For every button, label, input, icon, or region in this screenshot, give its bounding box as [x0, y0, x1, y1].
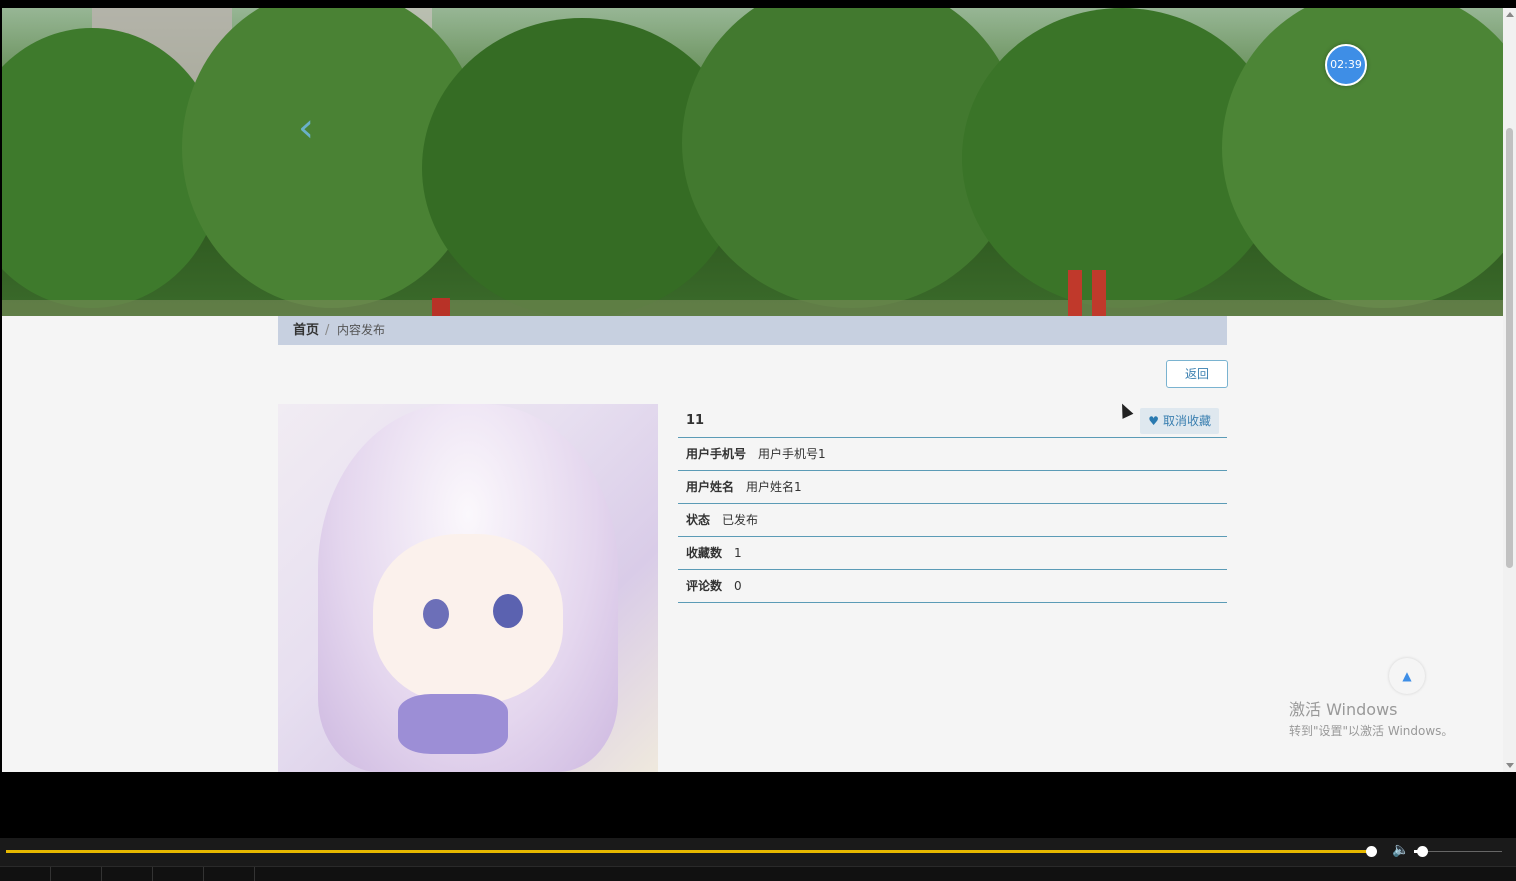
back-button[interactable]: 返回	[1166, 360, 1228, 388]
scroll-up-icon[interactable]	[1506, 12, 1514, 17]
volume-knob[interactable]	[1417, 846, 1428, 857]
scroll-down-icon[interactable]	[1506, 763, 1514, 768]
breadcrumb-current: 内容发布	[337, 323, 386, 337]
breadcrumb-home[interactable]: 首页	[293, 316, 319, 345]
content-image	[278, 404, 658, 772]
browser-page: ‹ 02:39 首页 / 内容发布 返回 11 ♥ 取消收藏 用户手机号 用户手机…	[2, 8, 1503, 772]
breadcrumb: 首页 / 内容发布	[278, 316, 1227, 345]
breadcrumb-separator: /	[325, 323, 330, 338]
field-row-phone: 用户手机号 用户手机号1	[678, 438, 1227, 471]
field-label: 收藏数	[686, 546, 723, 560]
red-banner	[1068, 270, 1082, 316]
back-to-top-button[interactable]: ▲	[1389, 658, 1425, 694]
carousel-banner[interactable]: ‹ 02:39	[2, 8, 1503, 316]
illustration-eye	[493, 594, 523, 628]
detail-info: 11 ♥ 取消收藏 用户手机号 用户手机号1 用户姓名 用户姓名1 状态 已发布 …	[678, 404, 1227, 603]
scrollbar-thumb[interactable]	[1506, 128, 1513, 568]
detail-title-row: 11 ♥ 取消收藏	[678, 404, 1227, 438]
illustration-face	[373, 534, 563, 704]
field-row-status: 状态 已发布	[678, 504, 1227, 537]
windows-activation-watermark: 激活 Windows 转到"设置"以激活 Windows。	[1289, 696, 1453, 739]
field-label: 评论数	[686, 579, 723, 593]
red-object	[432, 298, 450, 316]
progress-knob[interactable]	[1366, 846, 1377, 857]
page-scrollbar[interactable]	[1503, 8, 1516, 772]
field-label: 状态	[686, 513, 711, 527]
watermark-title: 激活 Windows	[1289, 700, 1398, 719]
chevron-left-icon[interactable]: ‹	[294, 108, 318, 148]
field-row-comments: 评论数 0	[678, 570, 1227, 603]
volume-icon[interactable]: 🔈	[1392, 842, 1409, 858]
field-row-favorites: 收藏数 1	[678, 537, 1227, 570]
field-label: 用户手机号	[686, 447, 747, 461]
field-value: 0	[734, 579, 742, 593]
toolbar-divider	[101, 867, 102, 881]
toolbar-divider	[203, 867, 204, 881]
field-value: 用户手机号1	[758, 447, 826, 461]
detail-title: 11	[686, 413, 705, 428]
ground	[2, 300, 1503, 316]
toolbar-divider	[254, 867, 255, 881]
progress-bar[interactable]	[6, 850, 1372, 853]
illustration-eye	[423, 599, 449, 629]
player-toolbar	[0, 866, 1516, 881]
unfavorite-button[interactable]: ♥ 取消收藏	[1140, 408, 1219, 434]
toolbar-divider	[152, 867, 153, 881]
clock-badge: 02:39	[1325, 44, 1367, 86]
field-value: 已发布	[722, 513, 759, 527]
video-player-controls: 🔈	[0, 838, 1516, 881]
red-banner	[1092, 270, 1106, 316]
field-label: 用户姓名	[686, 480, 735, 494]
field-value: 用户姓名1	[746, 480, 802, 494]
field-row-name: 用户姓名 用户姓名1	[678, 471, 1227, 504]
toolbar-divider	[50, 867, 51, 881]
illustration-ribbon	[398, 694, 508, 754]
field-value: 1	[734, 546, 742, 560]
unfavorite-label: 取消收藏	[1162, 414, 1211, 428]
heart-icon: ♥	[1148, 414, 1159, 428]
watermark-subtitle: 转到"设置"以激活 Windows。	[1289, 724, 1454, 738]
